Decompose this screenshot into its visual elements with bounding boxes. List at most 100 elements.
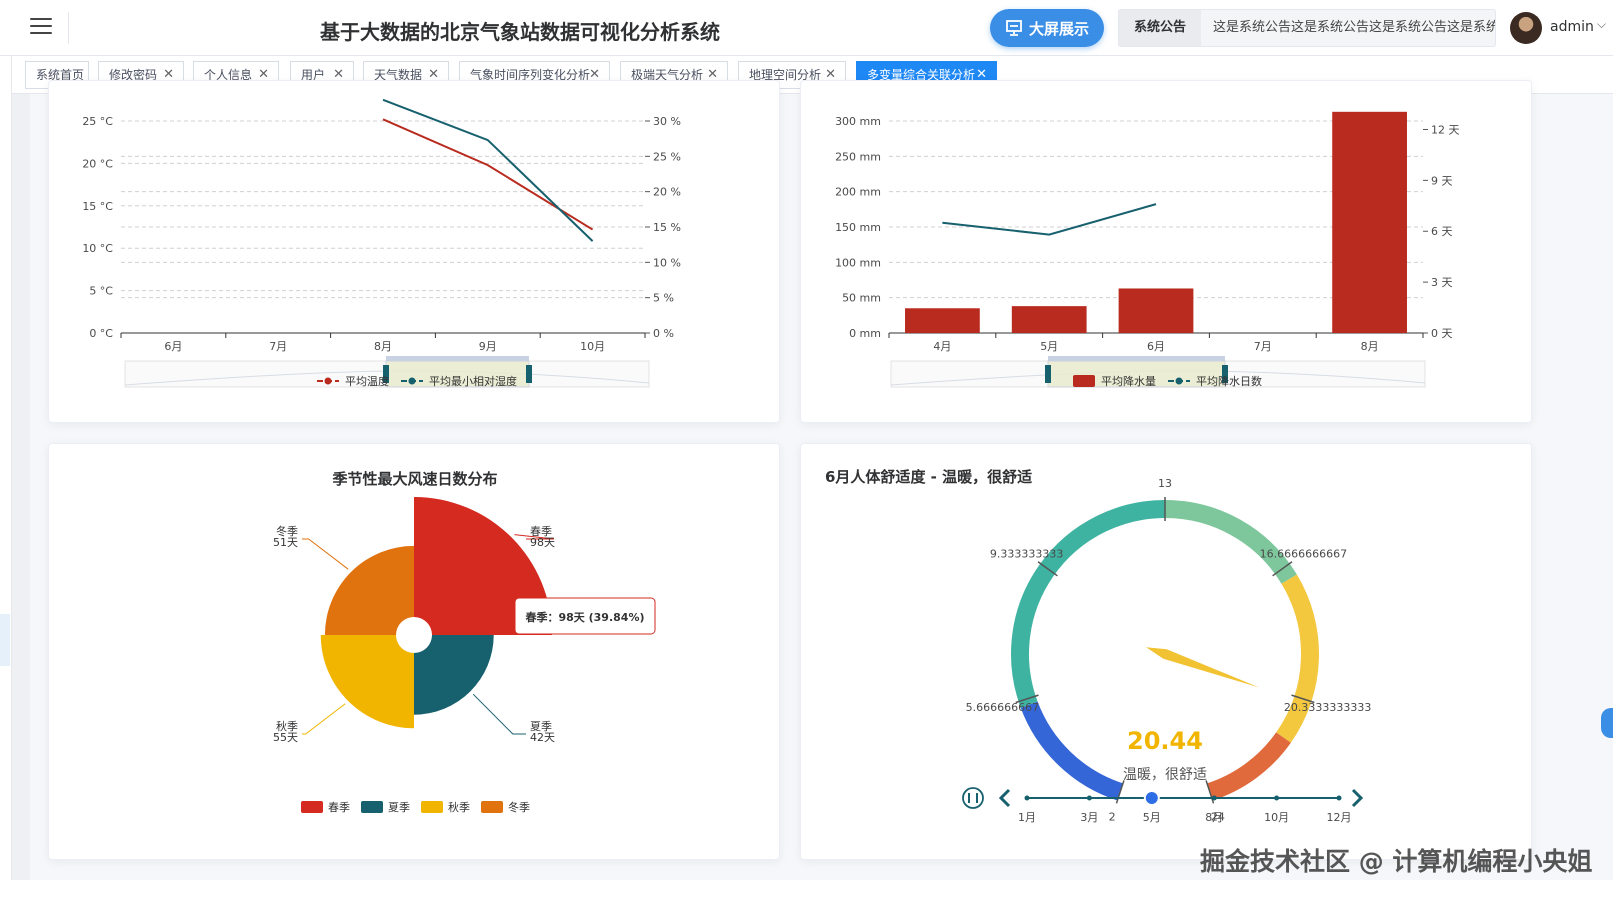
y-left-tick-label: 300 mm [835, 115, 881, 128]
header-divider [68, 12, 69, 44]
datazoom-bar [386, 356, 529, 361]
next-icon[interactable] [1351, 788, 1364, 808]
floating-handle[interactable] [1601, 708, 1613, 738]
y-right-tick-label: 12 天 [1431, 123, 1460, 136]
y-left-tick-label: 0 °C [89, 327, 113, 340]
y-left-tick-label: 20 °C [82, 157, 113, 170]
chevron-down-icon[interactable]: ⌵ [1597, 17, 1606, 32]
timeline-label: 5月 [1143, 811, 1161, 824]
card-temperature-humidity: 0 °C 5 °C 10 °C 15 °C 20 °C 25 °C 0 % 5 % 10 % 15… [48, 80, 780, 423]
legend-label: 平均降水量 [1101, 374, 1156, 388]
timeline-label: 3月 [1080, 811, 1098, 824]
gauge-band [1206, 732, 1291, 801]
bar-平均降水量 [1118, 288, 1194, 333]
gauge-value: 20.44 [1127, 727, 1203, 755]
y-right-tick-label: 20 % [653, 186, 681, 199]
gauge-band [1164, 500, 1297, 584]
notice-label: 系统公告 [1119, 10, 1201, 46]
y-left-tick-label: 10 °C [82, 242, 113, 255]
timeline-label: 10月 [1264, 811, 1289, 824]
legend-swatch [421, 801, 443, 813]
tooltip-text: 春季：98天 (39.84%) [525, 610, 644, 624]
legend-marker [408, 377, 416, 385]
y-left-tick-label: 100 mm [835, 256, 881, 269]
datazoom-handle-right [526, 365, 532, 383]
y-right-tick-label: 10 % [653, 256, 681, 269]
card-comfort-gauge: 6月人体舒适度 - 温暖，很舒适 2 5.666666667 9.333333333… [800, 443, 1532, 860]
gauge-tick-label: 5.666666667 [966, 701, 1039, 714]
timeline-tick [1274, 795, 1280, 801]
pie-slice-冬季 [324, 545, 414, 635]
legend-swatch [1073, 375, 1095, 387]
pause-glyph [968, 793, 978, 803]
x-tick-label: 5月 [1040, 340, 1058, 353]
y-right-tick-label: 30 % [653, 115, 681, 128]
timeline-current-point[interactable] [1143, 790, 1160, 806]
legend-swatch [301, 801, 323, 813]
legend-swatch [481, 801, 503, 813]
card-seasonal-wind: 季节性最大风速日数分布 春季 98天 夏季 42天 秋季 55天 冬季 51天 春季：98天 (… [48, 443, 780, 860]
y-right-tick-label: 0 天 [1431, 327, 1453, 340]
slice-label: 55天 [273, 731, 298, 744]
legend-label: 秋季 [448, 800, 470, 814]
big-screen-button[interactable]: 大屏展示 [990, 9, 1104, 47]
y-left-tick-label: 250 mm [835, 150, 881, 163]
y-right-tick-label: 25 % [653, 150, 681, 163]
timeline-tick [1336, 795, 1342, 801]
precipitation-chart: 0 mm 50 mm 100 mm 150 mm 200 mm 250 mm 300 mm 0… [835, 111, 1460, 388]
gauge-tick-label: 2 [1109, 811, 1116, 824]
pie-chart-title: 季节性最大风速日数分布 [332, 470, 498, 488]
prev-icon[interactable] [998, 788, 1011, 808]
pause-icon[interactable] [962, 787, 984, 809]
x-tick-label: 7月 [269, 340, 287, 353]
slice-label: 42天 [530, 731, 555, 744]
sidebar-collapsed [0, 56, 12, 900]
bar-平均降水量 [1332, 111, 1407, 334]
legend-label: 夏季 [388, 801, 410, 814]
legend-label: 平均温度 [345, 374, 389, 388]
series-line-平均温度 [382, 118, 594, 231]
x-tick-label: 9月 [479, 340, 497, 353]
bar-平均降水量 [905, 308, 980, 333]
notice-text: 这是系统公告这是系统公告这是系统公告这是系统 [1213, 20, 1496, 35]
timeline-label: 8月 [1205, 811, 1223, 824]
slice-label: 51天 [273, 536, 298, 549]
x-tick-label: 8月 [374, 340, 392, 353]
comfort-gauge-chart: 2 5.666666667 9.333333333 13 16.6666666667 20… [962, 477, 1371, 824]
x-tick-label: 6月 [164, 340, 182, 353]
x-tick-label: 10月 [580, 340, 605, 353]
datazoom-bar [1048, 356, 1225, 361]
y-left-tick-label: 200 mm [835, 186, 881, 199]
gauge-chart-title: 6月人体舒适度 - 温暖，很舒适 [825, 468, 1033, 486]
timeline-label: 12月 [1327, 811, 1352, 824]
username[interactable]: admin [1550, 19, 1594, 35]
gauge-tick-label: 9.333333333 [990, 547, 1063, 560]
legend-label: 春季 [328, 801, 350, 814]
label-line [302, 538, 349, 570]
datazoom-handle-left [1045, 365, 1051, 383]
legend-label: 平均最小相对湿度 [429, 374, 517, 388]
top-header: 基于大数据的北京气象站数据可视化分析系统 大屏展示 系统公告 这是系统公告这是系… [0, 0, 1613, 56]
gauge-needle [1146, 647, 1260, 688]
big-screen-label: 大屏展示 [1028, 19, 1089, 38]
legend-label: 冬季 [508, 800, 530, 814]
timeline-tick [1086, 795, 1092, 801]
bottom-bar [0, 880, 1613, 900]
seasonal-wind-chart: 春季98天夏季42天秋季55天冬季51天春季：98天 (39.84%)春季 夏季秋… [273, 497, 656, 814]
timeline-tick [1211, 795, 1217, 801]
gauge-tick-label: 13 [1158, 477, 1172, 490]
x-tick-label: 6月 [1147, 340, 1165, 353]
y-right-tick-label: 0 % [653, 327, 674, 340]
gauge-band [1020, 701, 1124, 801]
presentation-icon [1006, 20, 1022, 36]
y-left-tick-label: 5 °C [89, 285, 113, 298]
y-right-tick-label: 15 % [653, 221, 681, 234]
bar-平均降水量 [1011, 306, 1087, 333]
legend-label: 平均降水日数 [1196, 374, 1262, 388]
menu-toggle-icon[interactable] [30, 18, 52, 38]
timeline-tick [1024, 795, 1030, 801]
y-left-tick-label: 150 mm [835, 221, 881, 234]
avatar[interactable] [1510, 12, 1542, 44]
gauge-band [1011, 500, 1166, 708]
y-right-tick-label: 3 天 [1431, 276, 1453, 289]
